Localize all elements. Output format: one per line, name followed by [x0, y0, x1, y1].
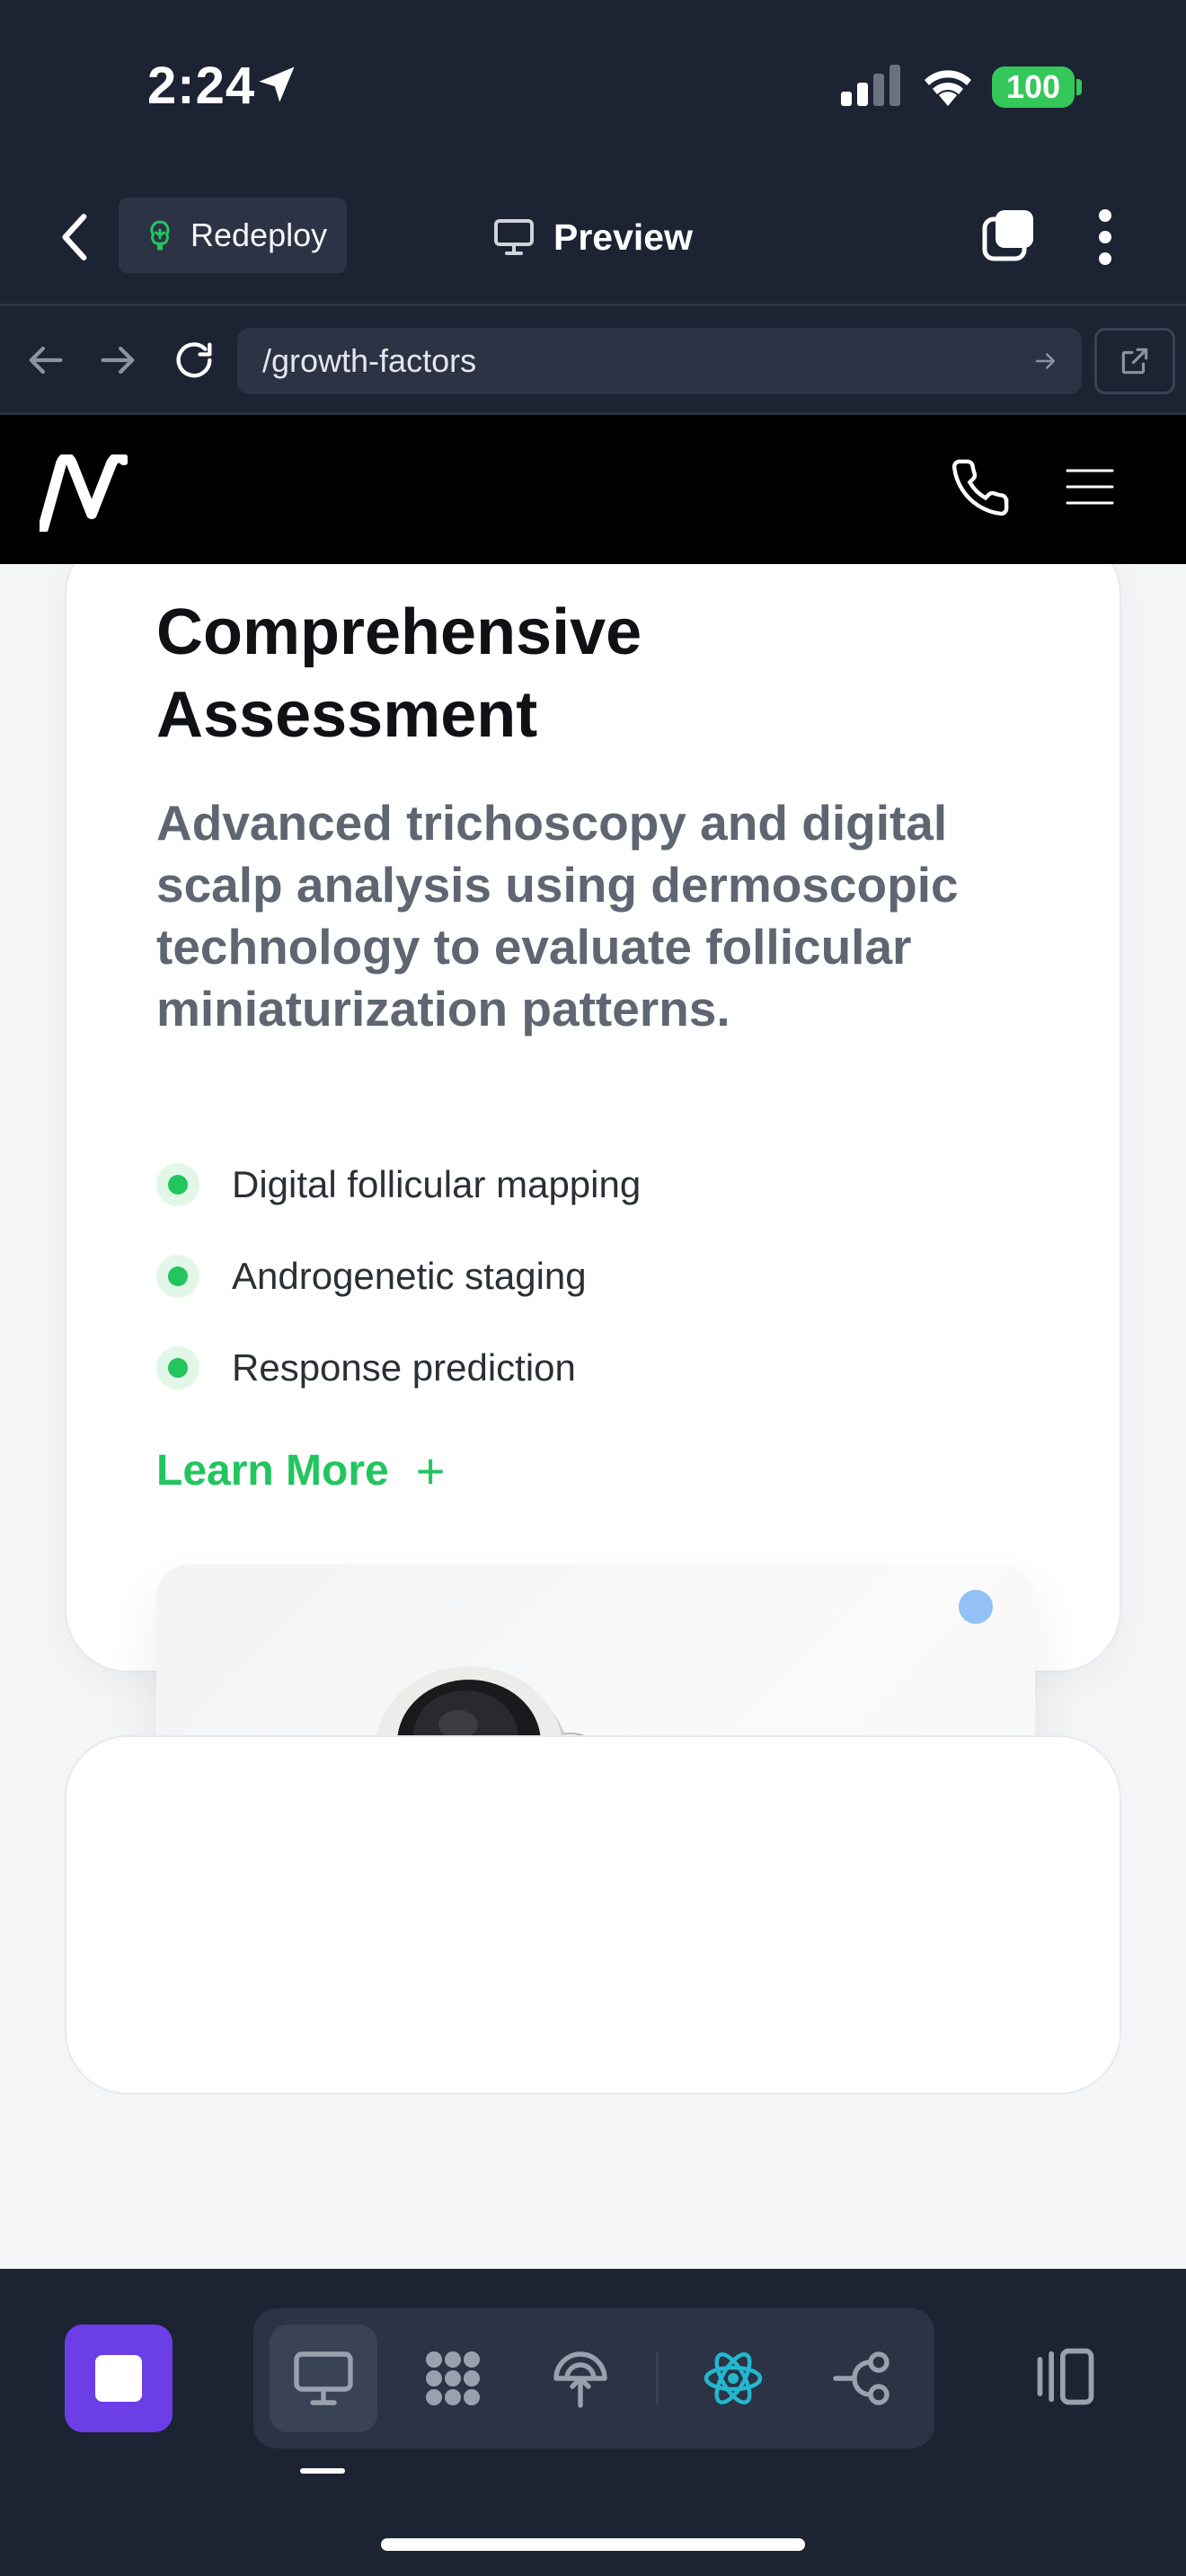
location-arrow-icon — [259, 66, 295, 102]
wifi-icon — [925, 70, 971, 106]
page-title: Preview — [553, 216, 693, 258]
check-dot-icon — [156, 1255, 199, 1298]
learn-more-label: Learn More — [156, 1447, 389, 1495]
hamburger-menu-icon[interactable] — [1066, 467, 1114, 507]
git-icon — [833, 2351, 890, 2405]
more-vertical-icon[interactable] — [1087, 207, 1123, 268]
react-icon — [704, 2352, 763, 2404]
reload-icon[interactable] — [171, 337, 217, 384]
browser-url-bar: /growth-factors — [0, 304, 1186, 415]
arrow-right-icon[interactable] — [95, 337, 142, 384]
check-dot-icon — [156, 1163, 199, 1206]
check-dot-icon — [156, 1346, 199, 1389]
tree-icon — [150, 220, 170, 251]
feature-label: Digital follicular mapping — [232, 1163, 642, 1205]
stop-button[interactable] — [65, 2325, 173, 2432]
bottom-toolbar — [0, 2269, 1186, 2576]
plus-icon: + — [415, 1442, 446, 1499]
git-tool-button[interactable] — [809, 2325, 916, 2432]
redeploy-button[interactable]: Redeploy — [119, 198, 347, 273]
logo-icon[interactable] — [40, 454, 128, 532]
card-description: Advanced trichoscopy and digital scalp a… — [156, 795, 959, 1037]
battery-tip — [1076, 79, 1082, 95]
deploy-tool-button[interactable] — [527, 2325, 634, 2432]
site-header — [0, 415, 1186, 564]
service-card: Comprehensive Assessment Advanced tricho… — [65, 532, 1121, 2032]
blocks-icon — [426, 2351, 480, 2405]
list-item: Digital follicular mapping — [156, 1139, 965, 1231]
next-service-card — [65, 1735, 1121, 2095]
preview-tool-button[interactable] — [270, 2325, 377, 2432]
redeploy-label: Redeploy — [190, 216, 328, 253]
decorative-dot — [959, 1590, 993, 1624]
open-external-button[interactable] — [1094, 328, 1175, 394]
react-tool-button[interactable] — [679, 2325, 787, 2432]
status-bar: 2:24 100 — [0, 0, 1186, 171]
preview-title: Preview — [492, 210, 693, 264]
go-arrow-icon[interactable] — [1031, 348, 1060, 375]
learn-more-link[interactable]: Learn More + — [156, 1442, 445, 1500]
feature-label: Response prediction — [232, 1346, 576, 1389]
layout-icon[interactable] — [1031, 2342, 1100, 2411]
url-input[interactable]: /growth-factors — [237, 328, 1082, 394]
arrow-left-icon[interactable] — [22, 337, 68, 384]
monitor-icon — [494, 219, 534, 255]
phone-icon[interactable] — [949, 456, 1012, 519]
tool-switcher — [253, 2308, 934, 2448]
toolbar-divider — [656, 2351, 659, 2405]
tabs-icon[interactable] — [981, 207, 1037, 262]
list-item: Androgenetic staging — [156, 1231, 965, 1322]
feature-list: Digital follicular mapping Androgenetic … — [156, 1139, 965, 1414]
cellular-signal-icon — [841, 65, 900, 106]
monitor-icon — [294, 2351, 353, 2405]
list-item: Response prediction — [156, 1322, 965, 1414]
active-tool-indicator — [300, 2468, 345, 2474]
site-preview-viewport[interactable]: Comprehensive Assessment Advanced tricho… — [0, 415, 1186, 2269]
external-link-icon — [1121, 348, 1148, 375]
blocks-tool-button[interactable] — [399, 2325, 507, 2432]
app-top-bar: Redeploy Preview — [0, 171, 1186, 304]
chevron-left-icon[interactable] — [54, 211, 99, 263]
home-indicator — [381, 2538, 805, 2551]
url-text: /growth-factors — [262, 342, 477, 379]
battery-level: 100 — [992, 66, 1075, 108]
card-title: Comprehensive Assessment — [156, 596, 642, 751]
status-time: 2:24 — [147, 57, 256, 115]
deploy-icon — [553, 2351, 607, 2408]
feature-label: Androgenetic staging — [232, 1255, 587, 1297]
